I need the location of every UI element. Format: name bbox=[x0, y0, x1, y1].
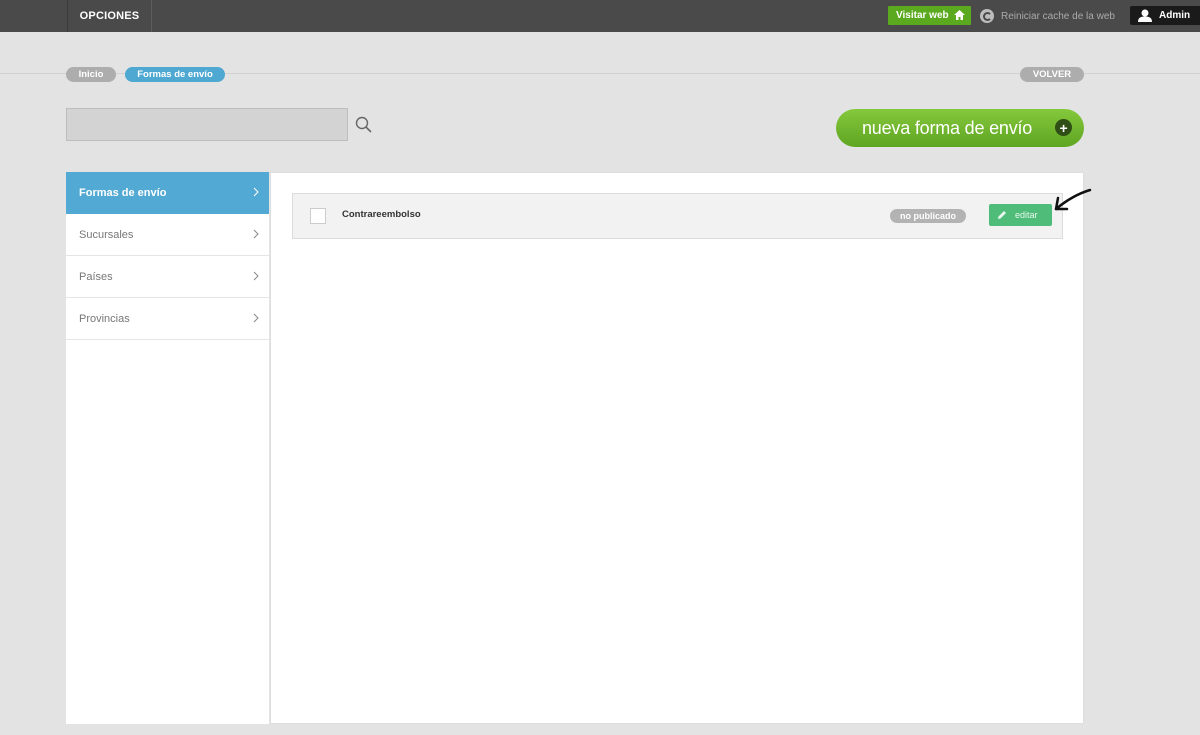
sidebar-item-formas-de-envio[interactable]: Formas de envío bbox=[66, 172, 269, 214]
options-menu-button[interactable]: OPCIONES bbox=[67, 0, 152, 32]
sidebar-item-paises[interactable]: Países bbox=[66, 256, 269, 298]
chevron-right-icon bbox=[253, 187, 259, 197]
reset-cache-label: Reiniciar cache de la web bbox=[1001, 10, 1115, 22]
refresh-icon bbox=[980, 9, 994, 23]
new-shipping-method-label: nueva forma de envío bbox=[862, 117, 1033, 138]
sidebar-item-sucursales[interactable]: Sucursales bbox=[66, 214, 269, 256]
status-badge[interactable]: no publicado bbox=[890, 209, 966, 223]
chevron-right-icon bbox=[253, 313, 259, 323]
visit-website-label: Visitar web bbox=[896, 10, 949, 21]
sidebar: Formas de envío Sucursales Países Provin… bbox=[66, 172, 269, 724]
row-checkbox[interactable] bbox=[310, 208, 326, 224]
edit-label: editar bbox=[1015, 210, 1038, 220]
sidebar-item-label: Países bbox=[79, 270, 113, 283]
breadcrumb-item-inicio[interactable]: Inicio bbox=[66, 67, 116, 82]
item-name: Contrareembolso bbox=[342, 209, 421, 220]
top-bar: OPCIONES Visitar web Reiniciar cache de … bbox=[0, 0, 1200, 32]
new-shipping-method-button[interactable]: nueva forma de envío + bbox=[836, 109, 1084, 147]
user-menu-button[interactable]: Admin bbox=[1130, 6, 1200, 25]
reset-cache-button[interactable]: Reiniciar cache de la web bbox=[980, 8, 1115, 24]
pencil-icon bbox=[998, 211, 1006, 219]
breadcrumb-item-current[interactable]: Formas de envío bbox=[125, 67, 225, 82]
main-panel: Contrareembolso no publicado editar bbox=[270, 172, 1084, 724]
sidebar-item-label: Sucursales bbox=[79, 228, 134, 241]
visit-website-button[interactable]: Visitar web bbox=[888, 6, 971, 25]
search-input[interactable] bbox=[66, 108, 348, 141]
sidebar-item-label: Formas de envío bbox=[79, 187, 167, 199]
chevron-right-icon bbox=[253, 229, 259, 239]
user-name: Admin bbox=[1159, 10, 1191, 21]
user-icon bbox=[1138, 9, 1152, 22]
chevron-right-icon bbox=[253, 271, 259, 281]
home-icon bbox=[954, 10, 965, 20]
sidebar-item-provincias[interactable]: Provincias bbox=[66, 298, 269, 340]
sidebar-item-label: Provincias bbox=[79, 312, 130, 325]
back-button[interactable]: VOLVER bbox=[1020, 67, 1084, 82]
arrow-annotation-icon bbox=[1054, 188, 1092, 211]
list-item: Contrareembolso no publicado editar bbox=[292, 193, 1063, 239]
search-icon[interactable] bbox=[355, 116, 372, 133]
edit-button[interactable]: editar bbox=[989, 204, 1052, 226]
plus-icon: + bbox=[1055, 119, 1072, 136]
